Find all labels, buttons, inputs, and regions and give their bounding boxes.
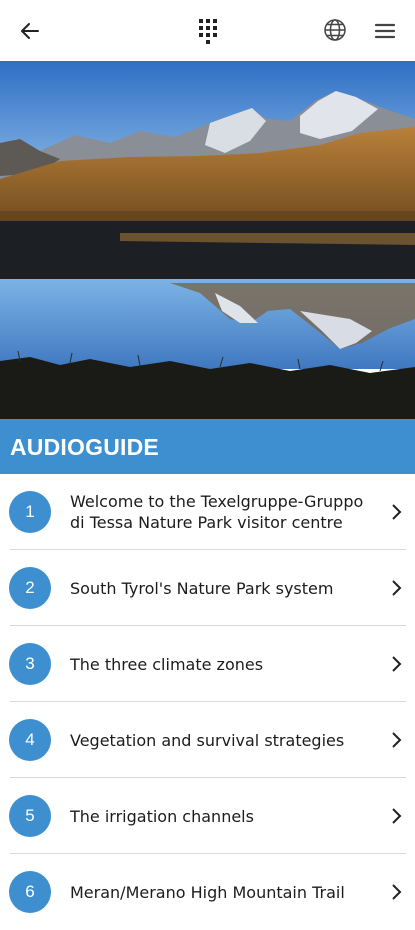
item-title: Vegetation and survival strategies (70, 730, 345, 750)
chevron-right-icon (391, 579, 403, 597)
globe-icon[interactable] (322, 17, 348, 43)
hamburger-menu-icon[interactable] (373, 19, 397, 43)
top-app-bar (0, 0, 415, 61)
list-item[interactable]: 5 The irrigation channels (0, 778, 415, 854)
item-title: South Tyrol's Nature Park system (70, 578, 334, 598)
back-arrow-icon[interactable] (18, 19, 42, 43)
list-item[interactable]: 1 Welcome to the Texelgruppe-Gruppo di T… (0, 474, 415, 550)
section-title: AUDIOGUIDE (10, 434, 159, 460)
hero-image (0, 61, 415, 419)
item-number-badge: 2 (9, 567, 51, 609)
item-title: The three climate zones (70, 654, 264, 674)
item-title: The irrigation channels (70, 806, 254, 826)
chevron-right-icon (391, 883, 403, 901)
item-number-badge: 3 (9, 643, 51, 685)
chevron-right-icon (391, 655, 403, 673)
chevron-right-icon (391, 731, 403, 749)
dot-grid-icon[interactable] (196, 16, 220, 44)
audioguide-list: 1 Welcome to the Texelgruppe-Gruppo di T… (0, 474, 415, 930)
item-number-badge: 4 (9, 719, 51, 761)
chevron-right-icon (391, 807, 403, 825)
audioguide-section-header: AUDIOGUIDE (0, 419, 415, 474)
item-number-badge: 1 (9, 491, 51, 533)
list-item[interactable]: 3 The three climate zones (0, 626, 415, 702)
chevron-right-icon (391, 503, 403, 521)
list-item[interactable]: 6 Meran/Merano High Mountain Trail (0, 854, 415, 930)
item-title: Meran/Merano High Mountain Trail (70, 882, 345, 902)
item-title: Welcome to the Texelgruppe-Gruppo di Tes… (70, 492, 364, 532)
item-number-badge: 5 (9, 795, 51, 837)
list-item[interactable]: 4 Vegetation and survival strategies (0, 702, 415, 778)
list-item[interactable]: 2 South Tyrol's Nature Park system (0, 550, 415, 626)
item-number-badge: 6 (9, 871, 51, 913)
